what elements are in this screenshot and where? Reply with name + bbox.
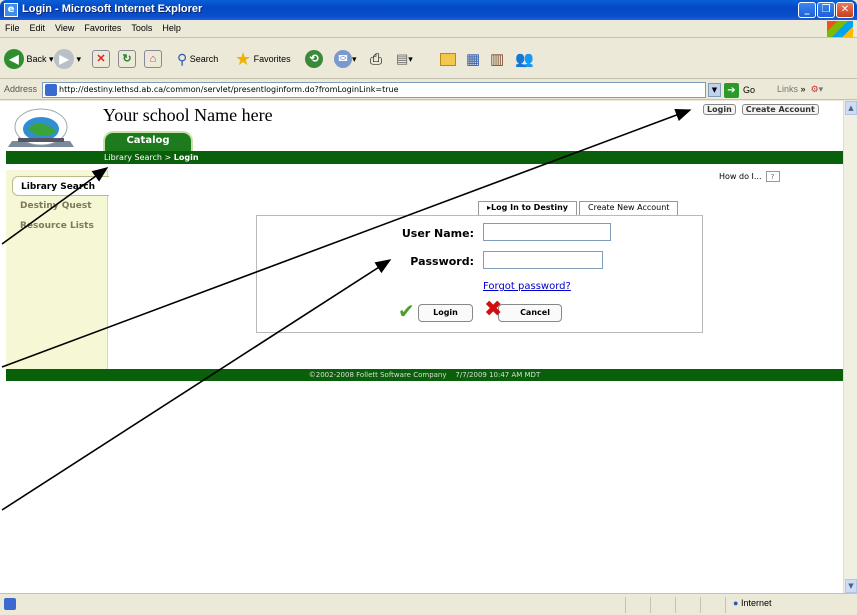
search-button[interactable]: ⚲ Search xyxy=(177,47,218,71)
breadcrumb-current: Login xyxy=(173,153,199,162)
footer: ©2002-2008 Follett Software Company 7/7/… xyxy=(6,369,843,381)
create-account-link[interactable]: Create Account xyxy=(741,104,819,115)
page-icon xyxy=(45,84,57,96)
scroll-up-arrow-icon[interactable]: ▲ xyxy=(845,101,857,115)
refresh-icon: ↻ xyxy=(118,50,136,68)
help-icon: ? xyxy=(765,171,780,182)
title-bar: e Login - Microsoft Internet Explorer _ … xyxy=(0,0,857,20)
history-icon: ⟲ xyxy=(305,50,323,68)
research-icon: ▦ xyxy=(466,51,481,68)
forward-arrow-icon: ▶ xyxy=(54,49,74,69)
folder-button[interactable] xyxy=(440,47,456,71)
globe-icon: ● xyxy=(733,598,739,608)
menu-tools[interactable]: Tools xyxy=(126,20,157,36)
address-label: Address xyxy=(4,84,38,94)
scroll-down-arrow-icon[interactable]: ▼ xyxy=(845,579,857,593)
login-link[interactable]: Login xyxy=(703,104,736,115)
cancel-button[interactable]: Cancel xyxy=(498,304,562,322)
address-dropdown-button[interactable]: ▼ xyxy=(708,83,721,97)
tab-create-new-account[interactable]: Create New Account xyxy=(579,201,679,215)
folder-icon xyxy=(440,52,456,66)
maximize-button[interactable]: ❐ xyxy=(817,2,835,18)
minimize-button[interactable]: _ xyxy=(798,2,816,18)
back-button[interactable]: ◀ Back ▾ xyxy=(4,47,54,71)
home-icon: ⌂ xyxy=(144,50,162,68)
login-form xyxy=(256,215,703,333)
forgot-password-link[interactable]: Forgot password? xyxy=(483,281,571,292)
search-icon: ⚲ xyxy=(177,50,188,67)
bookshelf-icon: ▥ xyxy=(490,51,505,68)
login-button[interactable]: Login xyxy=(418,304,473,322)
page-status-icon xyxy=(4,598,16,610)
breadcrumb: Library Search > Login xyxy=(6,151,843,164)
sidebar-item-destiny-quest[interactable]: Destiny Quest xyxy=(6,196,107,216)
menu-edit[interactable]: Edit xyxy=(25,20,51,36)
star-icon: ★ xyxy=(235,48,252,69)
menu-bar: File Edit View Favorites Tools Help xyxy=(0,20,857,38)
ie-icon: e xyxy=(4,3,18,17)
vertical-scrollbar[interactable]: ▲ ▼ xyxy=(843,101,857,593)
page-content: Your school Name here Login Create Accou… xyxy=(0,101,843,593)
home-button[interactable]: ⌂ xyxy=(144,47,162,71)
how-do-i-help[interactable]: How do I...? xyxy=(719,171,780,182)
sidebar: Library Search Destiny Quest Resource Li… xyxy=(6,170,109,369)
go-button[interactable]: ➔ Go xyxy=(724,82,755,98)
school-logo xyxy=(6,105,76,151)
sidebar-item-library-search[interactable]: Library Search xyxy=(12,176,109,196)
edit-button[interactable]: ▤ ▾ xyxy=(396,47,413,71)
browser-window: e Login - Microsoft Internet Explorer _ … xyxy=(0,0,857,615)
zone-indicator: ● Internet xyxy=(733,598,772,608)
menu-file[interactable]: File xyxy=(0,20,25,36)
top-links: Login Create Account xyxy=(703,104,819,115)
username-label: User Name: xyxy=(401,227,474,240)
refresh-button[interactable]: ↻ xyxy=(118,47,136,71)
bookshelf-button[interactable]: ▥ xyxy=(490,47,504,71)
username-field[interactable] xyxy=(483,223,611,241)
address-input[interactable]: http://destiny.lethsd.ab.ca/common/servl… xyxy=(42,82,706,98)
password-label: Password: xyxy=(410,255,474,268)
menu-favorites[interactable]: Favorites xyxy=(79,20,126,36)
go-arrow-icon: ➔ xyxy=(724,82,739,98)
footer-copyright: ©2002-2008 Follett Software Company xyxy=(308,371,447,379)
links-tool-icon: ⚙ xyxy=(810,84,819,94)
checkmark-icon: ✔ xyxy=(398,299,415,323)
mail-icon: ✉ xyxy=(334,50,352,68)
footer-datetime: 7/7/2009 10:47 AM MDT xyxy=(455,371,541,379)
breadcrumb-library-search[interactable]: Library Search xyxy=(104,153,162,162)
close-button[interactable]: ✕ xyxy=(836,2,854,18)
window-title: Login - Microsoft Internet Explorer xyxy=(22,3,203,15)
mail-button[interactable]: ✉ ▾ xyxy=(334,47,357,71)
edit-icon: ▤ xyxy=(396,51,409,66)
tab-log-in-to-destiny[interactable]: ▸Log In to Destiny xyxy=(478,201,577,215)
menu-help[interactable]: Help xyxy=(157,20,186,36)
windows-logo-icon xyxy=(827,21,853,37)
history-button[interactable]: ⟲ xyxy=(305,47,323,71)
print-icon: ⎙ xyxy=(370,50,383,68)
back-arrow-icon: ◀ xyxy=(4,49,24,69)
address-bar: Address http://destiny.lethsd.ab.ca/comm… xyxy=(0,80,857,100)
cancel-x-icon: ✖ xyxy=(484,297,503,322)
messenger-icon: 👥 xyxy=(515,51,534,68)
favorites-button[interactable]: ★ Favorites xyxy=(235,47,291,71)
messenger-button[interactable]: 👥 xyxy=(515,47,534,71)
research-button[interactable]: ▦ xyxy=(466,47,480,71)
stop-button[interactable]: ✕ xyxy=(92,47,110,71)
toolbar: ◀ Back ▾ ▶ ▾ ✕ ↻ ⌂ ⚲ Search ★ Favorites … xyxy=(0,39,857,79)
sidebar-item-resource-lists[interactable]: Resource Lists xyxy=(6,216,107,236)
links-button[interactable]: Links » ⚙▾ xyxy=(777,84,823,95)
forward-button[interactable]: ▶ ▾ xyxy=(54,47,81,71)
menu-view[interactable]: View xyxy=(50,20,79,36)
school-name: Your school Name here xyxy=(103,105,273,125)
print-button[interactable]: ⎙ xyxy=(370,47,382,71)
stop-icon: ✕ xyxy=(92,50,110,68)
tab-catalog[interactable]: Catalog xyxy=(103,131,193,153)
status-bar: ● Internet xyxy=(0,593,857,615)
password-field[interactable] xyxy=(483,251,603,269)
login-tabs: ▸Log In to Destiny Create New Account xyxy=(478,201,679,215)
